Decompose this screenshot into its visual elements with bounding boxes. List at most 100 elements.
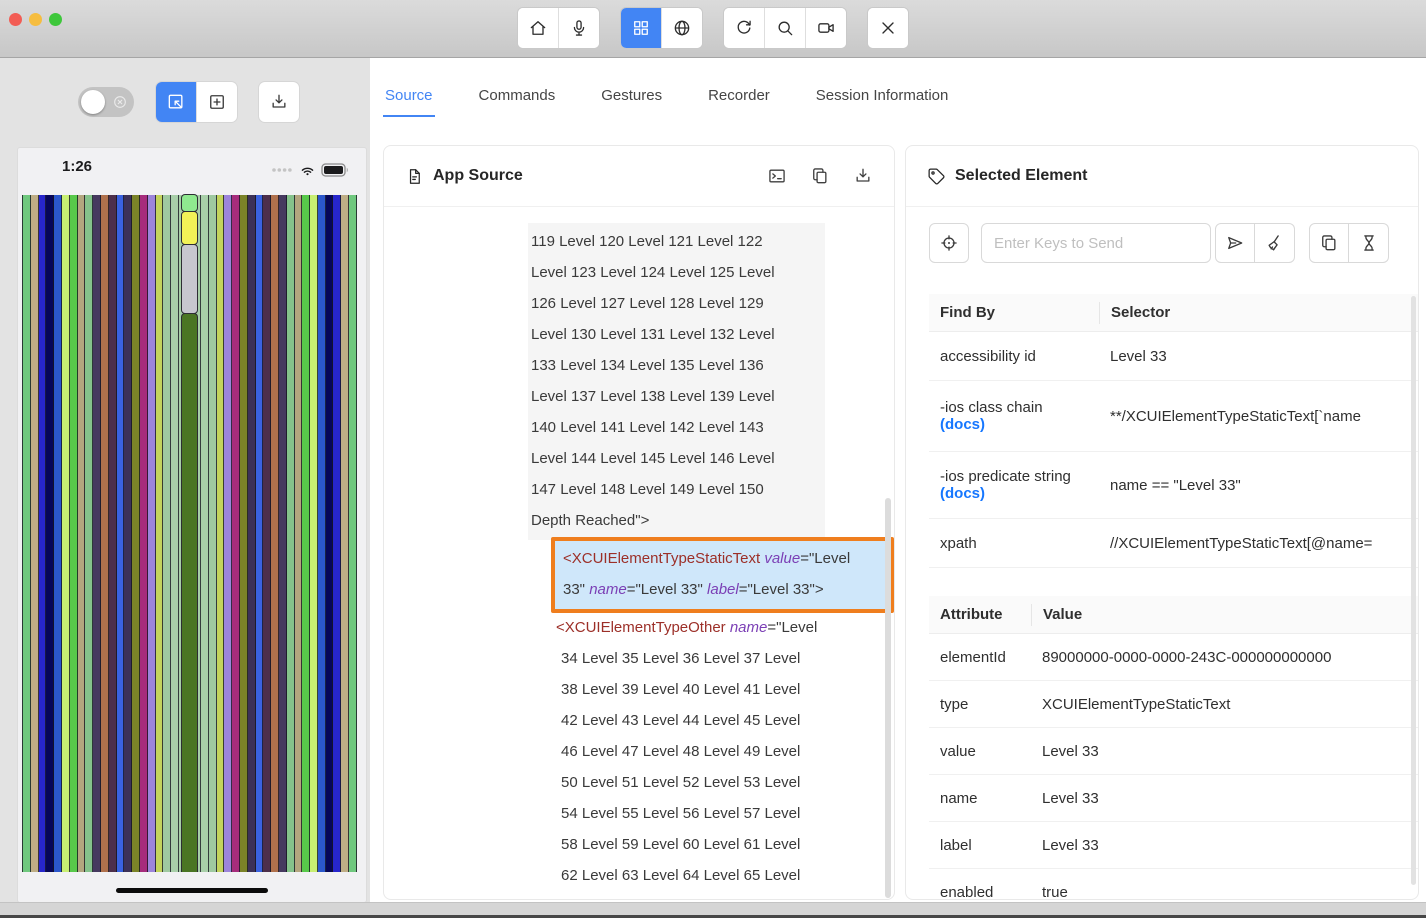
appium-inspector-window: 1:26 Source Commands Gestures Recorder Sessi… bbox=[0, 0, 1426, 918]
level-stripe bbox=[140, 195, 148, 872]
toolbar-group bbox=[724, 8, 846, 48]
find-by-strategy: accessibility id bbox=[929, 348, 1099, 365]
attribute-name: value bbox=[929, 743, 1031, 760]
copy-attributes-button[interactable] bbox=[1309, 223, 1349, 263]
tunnel-segment bbox=[181, 211, 198, 245]
level-stripe bbox=[256, 195, 264, 872]
broom-icon bbox=[1265, 233, 1285, 253]
toolbar-group bbox=[621, 8, 702, 48]
tab-recorder[interactable]: Recorder bbox=[706, 76, 772, 117]
selected-element-header: Selected Element bbox=[906, 146, 1418, 207]
source-selected-node[interactable]: <XCUIElementTypeStaticText value="Level3… bbox=[551, 537, 894, 613]
docs-link[interactable]: (docs) bbox=[940, 485, 1099, 502]
level-stripe bbox=[39, 195, 47, 872]
tab-source[interactable]: Source bbox=[383, 76, 435, 117]
device-screenshot[interactable]: 1:26 bbox=[18, 148, 366, 902]
wait-for-element-button[interactable] bbox=[1349, 223, 1389, 263]
terminal-icon[interactable] bbox=[767, 166, 787, 186]
clear-element-button[interactable] bbox=[1255, 223, 1295, 263]
source-sibling-node[interactable]: <XCUIElementTypeOther name="Level34 Leve… bbox=[556, 612, 817, 891]
find-by-table: Find By Selector accessibility idLevel 3… bbox=[929, 294, 1418, 568]
selector-value: **/XCUIElementTypeStaticText[`name bbox=[1099, 408, 1418, 425]
tunnel-segment bbox=[181, 313, 198, 872]
selector-value: Level 33 bbox=[1099, 348, 1418, 365]
battery-icon bbox=[321, 163, 349, 177]
send-icon bbox=[1225, 233, 1245, 253]
attribute-row: enabledtrue bbox=[929, 869, 1418, 900]
selected-element-panel: Selected Element Find By Selector access… bbox=[905, 145, 1419, 900]
level-stripe bbox=[93, 195, 101, 872]
tab-gestures[interactable]: Gestures bbox=[599, 76, 664, 117]
level-stripe bbox=[156, 195, 164, 872]
download-icon[interactable] bbox=[853, 166, 873, 186]
level-stripe bbox=[279, 195, 287, 872]
attributes-table-header: Attribute Value bbox=[929, 596, 1418, 634]
copy-icon[interactable] bbox=[810, 166, 830, 186]
screenshot-interaction-toggle[interactable] bbox=[78, 87, 134, 117]
download-icon bbox=[269, 92, 289, 112]
attribute-name: type bbox=[929, 696, 1031, 713]
level-stripe bbox=[171, 195, 179, 872]
web-mode-button[interactable] bbox=[662, 8, 702, 48]
tag-icon bbox=[927, 167, 946, 186]
window-bottom-edge bbox=[0, 902, 1426, 918]
level-stripe bbox=[287, 195, 295, 872]
app-source-panel: App Source 119 Level 120 Level 121 Level… bbox=[383, 145, 895, 900]
element-select-mode-button[interactable] bbox=[156, 82, 197, 122]
level-stripe bbox=[22, 195, 31, 872]
home-button[interactable] bbox=[518, 8, 559, 48]
selected-panel-scrollbar[interactable] bbox=[1411, 296, 1416, 885]
cellular-dots-icon bbox=[271, 167, 294, 173]
attribute-name: label bbox=[929, 837, 1031, 854]
attribute-value: Level 33 bbox=[1031, 790, 1418, 807]
source-parent-node-text[interactable]: 119 Level 120 Level 121 Level 122Level 1… bbox=[528, 223, 825, 540]
search-button[interactable] bbox=[765, 8, 806, 48]
tunnel-segment bbox=[181, 194, 198, 212]
file-text-icon bbox=[405, 167, 424, 186]
find-by-table-header: Find By Selector bbox=[929, 294, 1418, 332]
level-stripe bbox=[333, 195, 341, 872]
find-by-strategy: xpath bbox=[929, 535, 1099, 552]
tab-session-information[interactable]: Session Information bbox=[814, 76, 951, 117]
locate-element-button[interactable] bbox=[929, 223, 969, 263]
level-stripe bbox=[62, 195, 70, 872]
level-stripe bbox=[318, 195, 326, 872]
app-source-header: App Source bbox=[384, 146, 894, 207]
copy-wait-group bbox=[1309, 223, 1389, 263]
level-stripe bbox=[310, 195, 318, 872]
nested-levels-graphic bbox=[22, 195, 357, 872]
level-stripe bbox=[217, 195, 225, 872]
device-clock: 1:26 bbox=[62, 158, 92, 175]
attribute-name: elementId bbox=[929, 649, 1031, 666]
attribute-value: 89000000-0000-0000-243C-000000000000 bbox=[1031, 649, 1418, 666]
docs-link[interactable]: (docs) bbox=[940, 416, 1099, 433]
titlebar bbox=[0, 0, 1426, 58]
refresh-button[interactable] bbox=[724, 8, 765, 48]
inspector-mode-button[interactable] bbox=[621, 8, 662, 48]
coordinates-mode-button[interactable] bbox=[197, 82, 237, 122]
source-scrollbar[interactable] bbox=[885, 498, 891, 898]
attributes-table: Attribute Value elementId89000000-0000-0… bbox=[929, 596, 1418, 900]
tab-commands[interactable]: Commands bbox=[477, 76, 558, 117]
record-button[interactable] bbox=[806, 8, 846, 48]
interaction-mode-group bbox=[156, 82, 237, 122]
inspector-tabs: Source Commands Gestures Recorder Session In… bbox=[383, 76, 950, 117]
level-stripe bbox=[326, 195, 334, 872]
level-stripe bbox=[117, 195, 125, 872]
microphone-button[interactable] bbox=[559, 8, 599, 48]
level-stripe bbox=[232, 195, 240, 872]
level-stripe bbox=[295, 195, 303, 872]
copy-icon bbox=[1319, 233, 1339, 253]
find-by-row: -ios class chain(docs)**/XCUIElementType… bbox=[929, 381, 1418, 452]
level-stripe bbox=[124, 195, 132, 872]
quit-session-button[interactable] bbox=[868, 8, 908, 48]
level-stripe bbox=[101, 195, 109, 872]
wifi-icon bbox=[299, 161, 316, 178]
attribute-value: Level 33 bbox=[1031, 837, 1418, 854]
attribute-value: Level 33 bbox=[1031, 743, 1418, 760]
send-keys-input[interactable] bbox=[981, 223, 1211, 263]
send-keys-button[interactable] bbox=[1215, 223, 1255, 263]
download-screenshot-button[interactable] bbox=[259, 82, 299, 122]
level-stripe bbox=[148, 195, 156, 872]
selector-value: name == "Level 33" bbox=[1099, 477, 1418, 494]
